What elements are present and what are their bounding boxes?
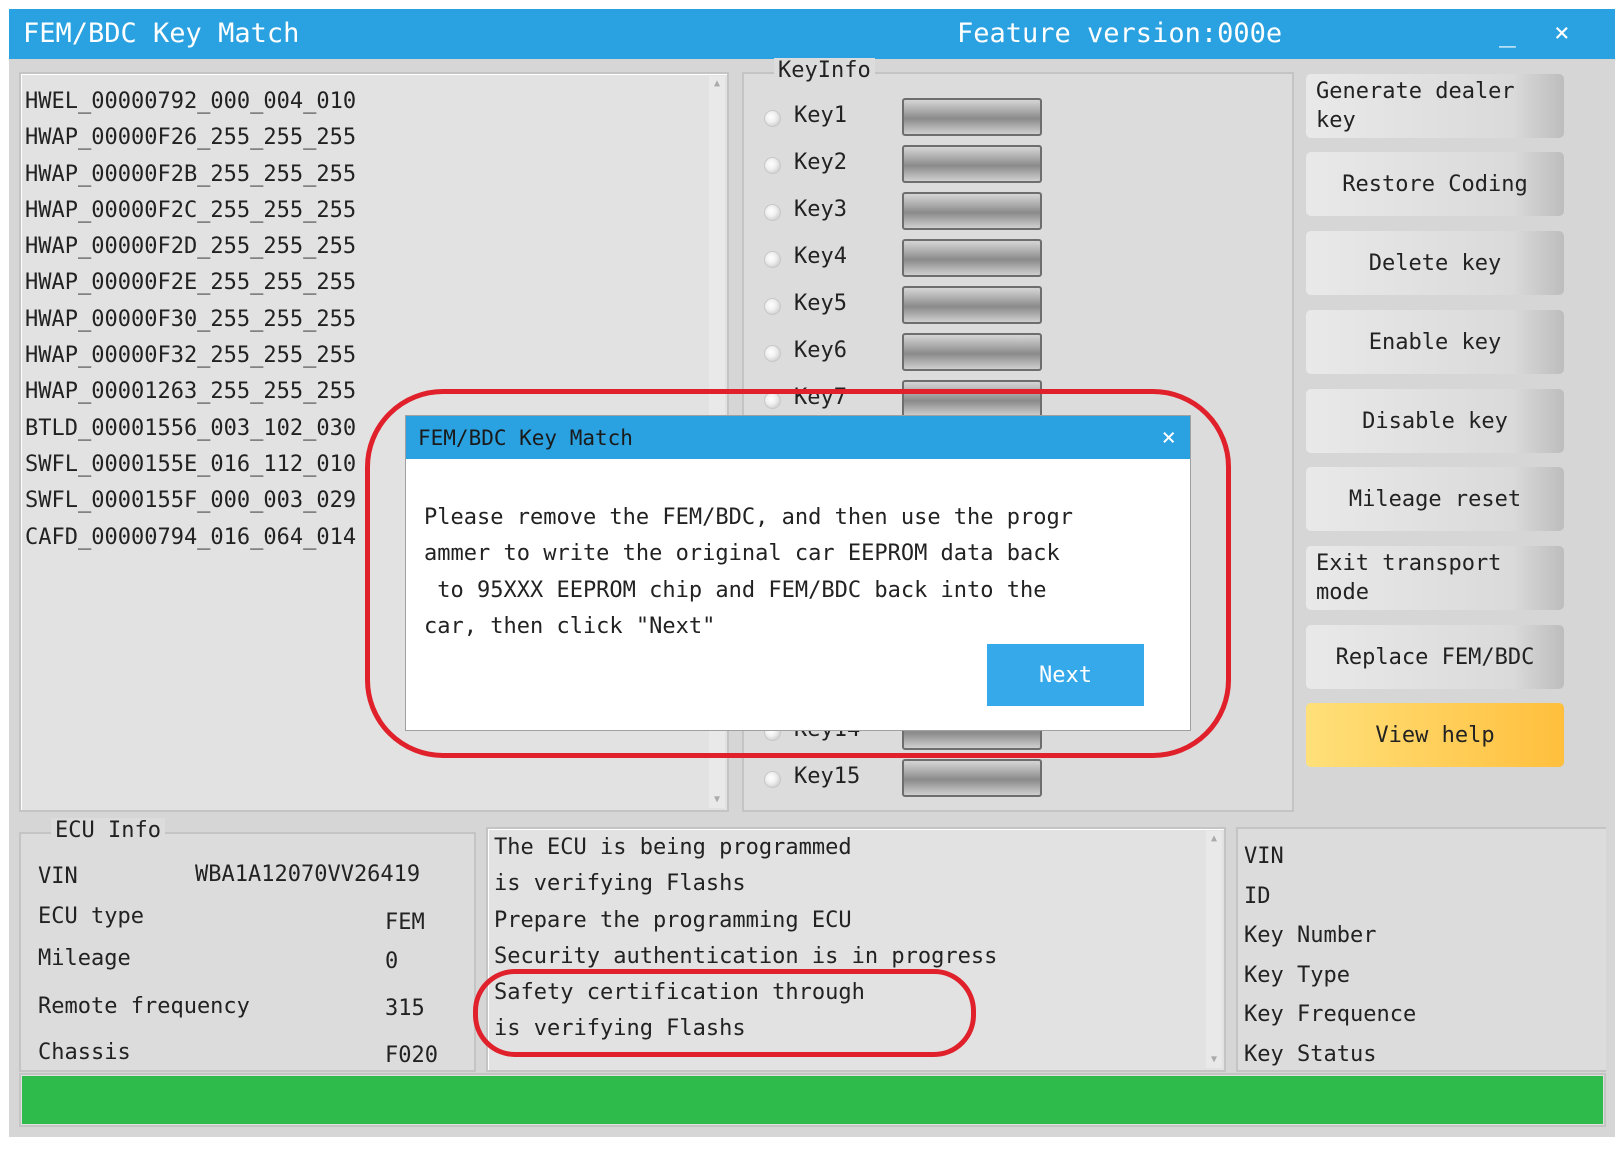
minimize-icon[interactable]: _	[1499, 15, 1516, 48]
key-label: Key6	[794, 338, 847, 363]
key-detail-label: ID	[1244, 883, 1271, 909]
key-radio[interactable]	[764, 204, 781, 221]
chassis-value: F020	[385, 1043, 438, 1068]
key-status-bar	[902, 286, 1042, 324]
log-scrollbar[interactable]: ▲ ▼	[1206, 831, 1222, 1068]
delete-key-button[interactable]: Delete key	[1306, 231, 1564, 295]
key-row-5[interactable]: Key5	[764, 286, 1064, 326]
key-detail-label: VIN	[1244, 844, 1284, 869]
key-info-legend: KeyInfo	[774, 58, 875, 83]
module-list-item: HWAP_00000F32_255_255_255	[25, 343, 357, 369]
key-detail-label: Key Number	[1244, 923, 1377, 949]
scroll-down-icon[interactable]: ▼	[709, 792, 725, 808]
key-detail-label: Key Frequence	[1244, 1002, 1417, 1028]
scroll-up-icon[interactable]: ▲	[1206, 831, 1222, 847]
remote-frequency-value: 315	[385, 996, 425, 1021]
mileage-value: 0	[385, 949, 399, 974]
exit-transport-mode-button[interactable]: Exit transport mode	[1306, 546, 1564, 610]
key-details-list: VIN ID Key Number Key Type Key Frequence Key …	[1244, 837, 1416, 1075]
ecu-type-label: ECU type	[38, 904, 144, 929]
key-row-1[interactable]: Key1	[764, 98, 1064, 138]
key-radio[interactable]	[764, 298, 781, 315]
mileage-reset-button[interactable]: Mileage reset	[1306, 467, 1564, 531]
key-label: Key15	[794, 764, 861, 789]
key-row-6[interactable]: Key6	[764, 333, 1064, 373]
restore-coding-button[interactable]: Restore Coding	[1306, 152, 1564, 216]
ecu-type-value: FEM	[385, 910, 425, 935]
module-list-item: HWAP_00000F2D_255_255_255	[25, 234, 357, 260]
key-status-bar	[902, 239, 1042, 277]
key-details-panel: VIN ID Key Number Key Type Key Frequence Key …	[1236, 827, 1606, 1072]
annotation-circle-dialog	[365, 389, 1231, 758]
replace-fem-bdc-button[interactable]: Replace FEM/BDC	[1306, 625, 1564, 689]
module-list-items: HWEL_00000792_000_004_010 HWAP_00000F26_2…	[25, 84, 356, 556]
generate-dealer-key-button[interactable]: Generate dealer key	[1306, 74, 1564, 138]
close-icon[interactable]: ×	[1554, 18, 1570, 48]
module-list-item: SWFL_0000155E_016_112_010	[25, 451, 357, 477]
key-status-bar	[902, 759, 1042, 797]
module-list-item: HWAP_00000F2C_255_255_255	[25, 197, 357, 223]
key-status-bar	[902, 98, 1042, 136]
mileage-label: Mileage	[38, 946, 131, 971]
module-list-item: HWAP_00000F2E_255_255_255	[25, 270, 357, 296]
vin-label: VIN	[38, 864, 78, 889]
key-label: Key5	[794, 291, 847, 316]
ecu-info-legend: ECU Info	[51, 818, 165, 843]
module-list-item: SWFL_0000155F_000_003_029	[25, 488, 357, 514]
key-radio[interactable]	[764, 345, 781, 362]
key-radio[interactable]	[764, 771, 781, 788]
key-radio[interactable]	[764, 157, 781, 174]
ecu-info-group: ECU Info VIN WBA1A12070VV26419 ECU type …	[19, 818, 476, 1072]
key-detail-label: Key Type	[1244, 962, 1350, 988]
log-line: The ECU is being programmed	[494, 835, 852, 860]
key-label: Key2	[794, 150, 847, 175]
annotation-circle-log	[473, 969, 976, 1057]
key-row-15[interactable]: Key15	[764, 759, 1064, 799]
key-detail-label: Key Status	[1244, 1041, 1377, 1067]
module-list-item: HWEL_00000792_000_004_010	[25, 89, 357, 114]
scroll-down-icon[interactable]: ▼	[1206, 1052, 1222, 1068]
title-bar: FEM/BDC Key Match Feature version:000e _…	[9, 9, 1615, 59]
key-status-bar	[902, 192, 1042, 230]
enable-key-button[interactable]: Enable key	[1306, 310, 1564, 374]
progress-bar	[19, 1073, 1606, 1127]
log-line: is verifying Flashs	[494, 871, 746, 897]
module-list-item: BTLD_00001556_003_102_030	[25, 415, 357, 441]
key-radio[interactable]	[764, 251, 781, 268]
key-label: Key1	[794, 103, 847, 128]
module-list-item: HWAP_00000F26_255_255_255	[25, 125, 357, 151]
window-title: FEM/BDC Key Match	[23, 18, 300, 49]
remote-frequency-label: Remote frequency	[38, 994, 250, 1019]
chassis-label: Chassis	[38, 1040, 131, 1065]
key-status-bar	[902, 145, 1042, 183]
feature-version: Feature version:000e	[957, 18, 1283, 49]
key-label: Key4	[794, 244, 847, 269]
vin-value: WBA1A12070VV26419	[195, 862, 421, 887]
key-row-3[interactable]: Key3	[764, 192, 1064, 232]
key-row-2[interactable]: Key2	[764, 145, 1064, 185]
progress-fill	[22, 1076, 1603, 1124]
module-list-item: HWAP_00000F30_255_255_255	[25, 306, 357, 332]
key-label: Key3	[794, 197, 847, 222]
key-radio[interactable]	[764, 110, 781, 127]
module-list-item: CAFD_00000794_016_064_014	[25, 524, 357, 550]
module-list-item: HWAP_00001263_255_255_255	[25, 379, 357, 405]
scroll-up-icon[interactable]: ▲	[709, 76, 725, 92]
key-status-bar	[902, 333, 1042, 371]
disable-key-button[interactable]: Disable key	[1306, 389, 1564, 453]
module-list-item: HWAP_00000F2B_255_255_255	[25, 161, 357, 187]
key-row-4[interactable]: Key4	[764, 239, 1064, 279]
log-line: Prepare the programming ECU	[494, 907, 852, 933]
view-help-button[interactable]: View help	[1306, 703, 1564, 767]
